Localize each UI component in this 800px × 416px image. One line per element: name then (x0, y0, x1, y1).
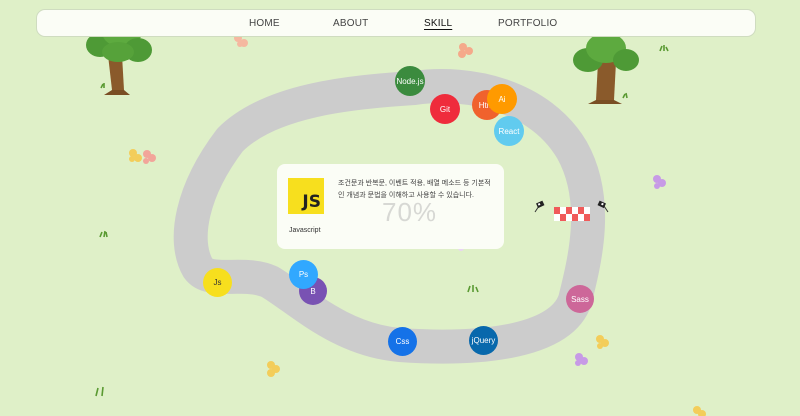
skill-git[interactable]: Git (430, 94, 460, 124)
flower (653, 175, 666, 189)
logo-text: JS (302, 192, 321, 212)
skill-sass[interactable]: Sass (566, 285, 594, 313)
javascript-logo-icon: JS (288, 178, 324, 214)
flower (575, 353, 588, 366)
finish-line (554, 207, 590, 221)
flower (267, 361, 280, 377)
skill-detail-card: JS Javascript 70% 조건문과 반복문, 이벤트 적용, 배열 메… (277, 164, 504, 249)
flower (693, 406, 706, 416)
nav-portfolio[interactable]: PORTFOLIO (498, 18, 557, 29)
nav-home[interactable]: HOME (249, 18, 280, 29)
skill-name: Javascript (289, 227, 321, 234)
flower (129, 149, 142, 162)
skill-jquery[interactable]: jQuery (469, 326, 498, 355)
nav-skill[interactable]: SKILL (424, 18, 452, 29)
skill-js[interactable]: Js (203, 268, 232, 297)
skill-react[interactable]: React (494, 116, 524, 146)
nav-about[interactable]: ABOUT (333, 18, 368, 29)
skill-css[interactable]: Css (388, 327, 417, 356)
skill-ps[interactable]: Ps (289, 260, 318, 289)
checkered-flag-icon (534, 200, 545, 213)
skill-ai[interactable]: Ai (487, 84, 517, 114)
flower (596, 335, 609, 349)
top-nav: HOME ABOUT SKILL PORTFOLIO (36, 9, 756, 37)
tree-right (573, 33, 639, 104)
flower (458, 43, 473, 58)
flower (143, 150, 156, 164)
skill-description: 조건문과 반복문, 이벤트 적용, 배열 메소드 등 기본적인 개념과 문법을 … (338, 180, 491, 199)
skill-nodejs[interactable]: Node.js (395, 66, 425, 96)
